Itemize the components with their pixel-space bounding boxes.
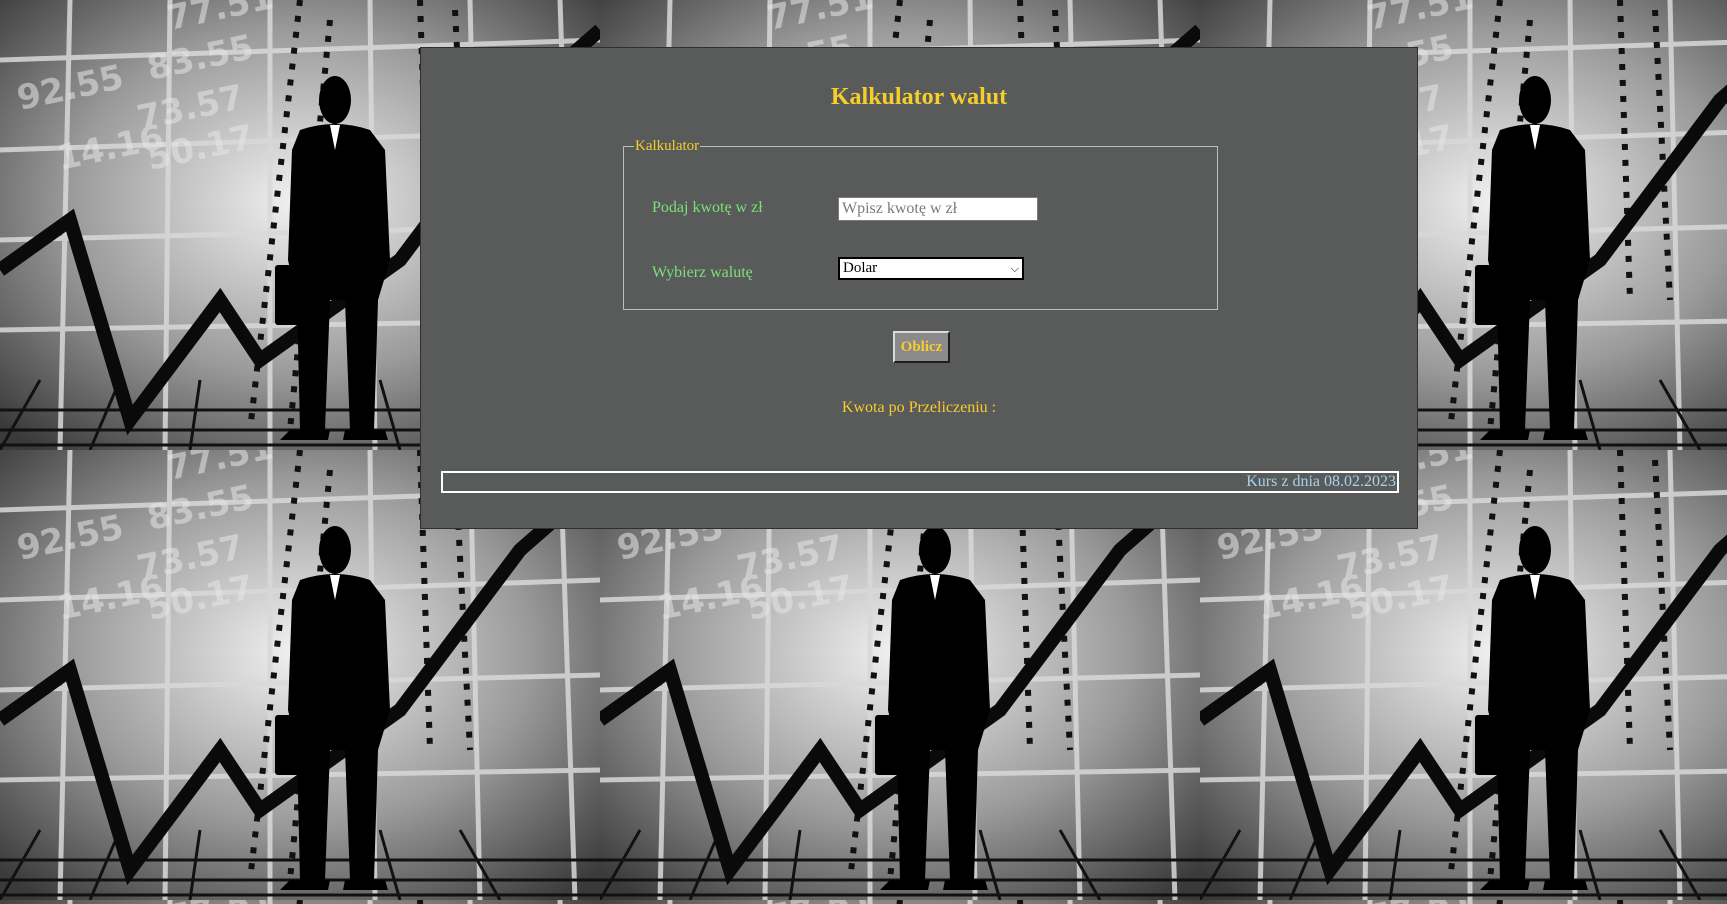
calculator-fieldset: Kalkulator Podaj kwotę w zł Wybierz walu… [623,138,1218,310]
amount-input[interactable] [838,197,1038,221]
currency-label: Wybierz walutę [652,264,753,281]
calculator-legend: Kalkulator [635,138,700,154]
exchange-rate-date: Kurs z dnia 08.02.2023 [441,471,1399,493]
calculate-button[interactable]: Oblicz [893,331,950,363]
currency-select-value: Dolar [843,260,878,276]
result-label: Kwota po Przeliczeniu : [841,399,997,416]
calculator-panel: Kalkulator walut Kalkulator Podaj kwotę … [420,47,1418,529]
amount-label: Podaj kwotę w zł [652,199,763,216]
chevron-down-icon: ⌵ [1010,262,1019,275]
exchange-rate-date-text: Kurs z dnia 08.02.2023 [1246,473,1396,490]
page-title: Kalkulator walut [830,84,1008,110]
currency-select[interactable]: Dolar ⌵ [838,257,1024,280]
